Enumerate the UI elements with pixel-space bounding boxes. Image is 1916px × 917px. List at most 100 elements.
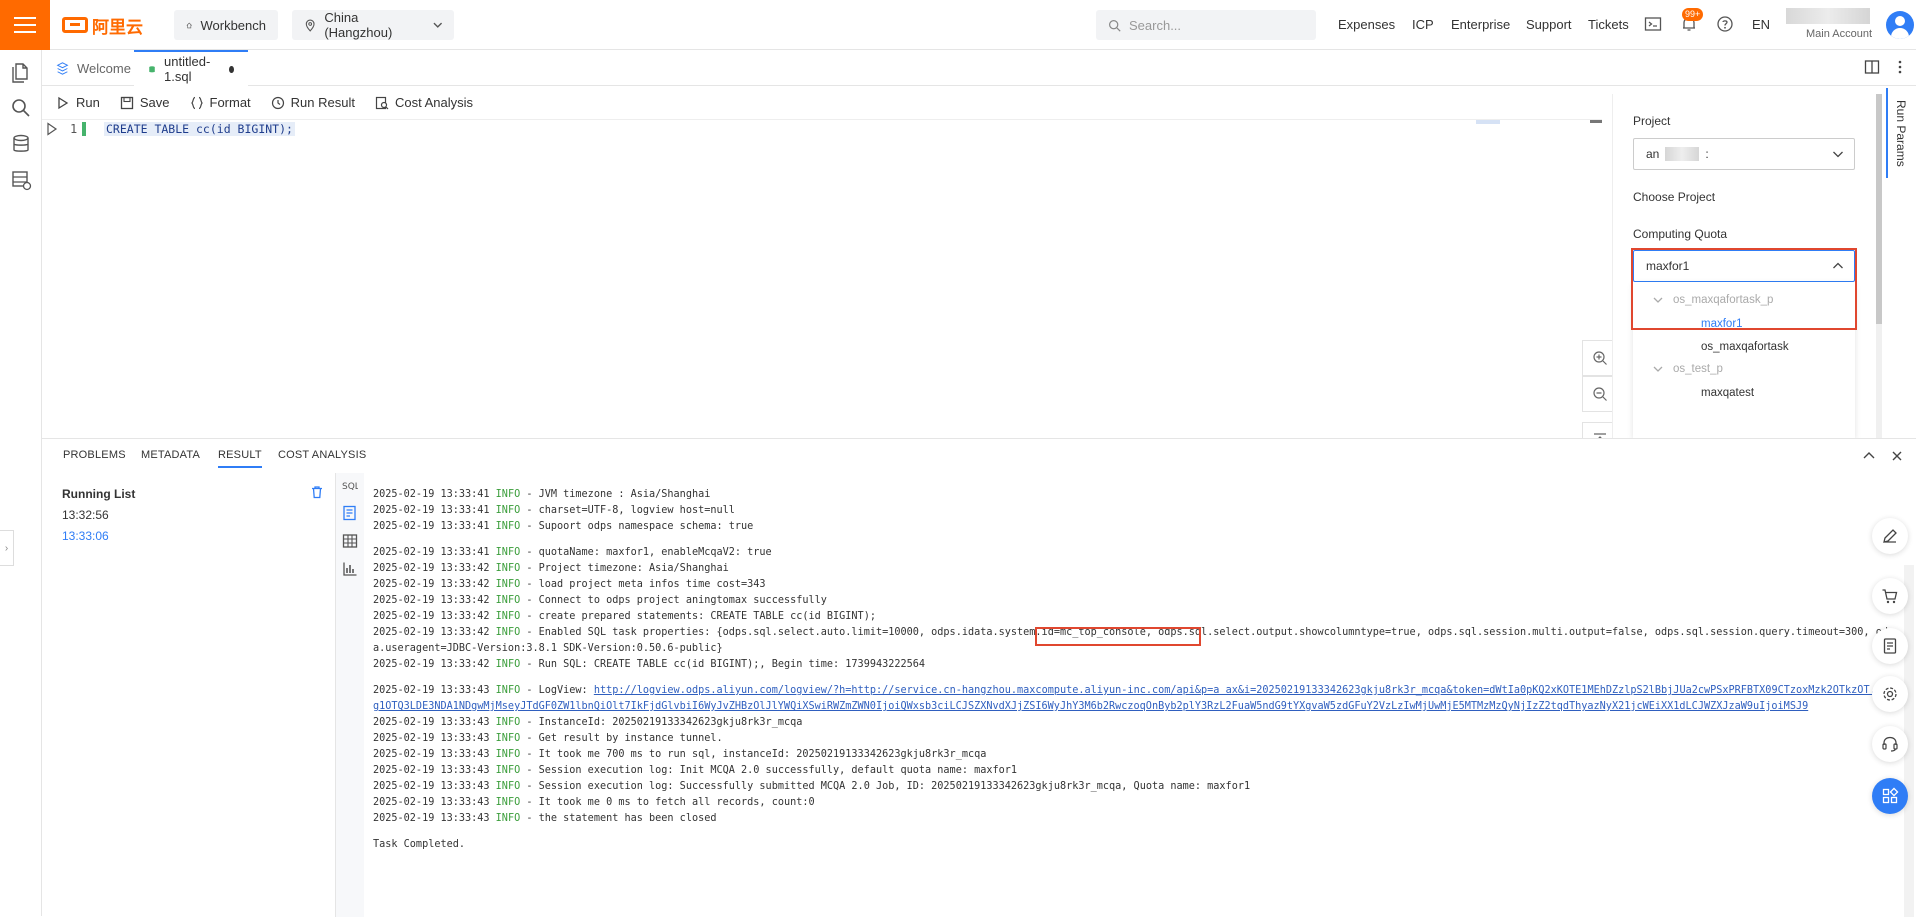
project-select[interactable]: an : — [1633, 138, 1855, 170]
run-line-icon[interactable] — [46, 122, 58, 136]
tab-problems[interactable]: PROBLEMS — [63, 449, 126, 461]
running-list-title: Running List — [62, 487, 136, 501]
svg-text:SQL: SQL — [342, 482, 358, 492]
log-timestamp: 2025-02-19 13:33:41 — [373, 521, 496, 532]
run-history-item[interactable]: 13:32:56 — [62, 508, 109, 522]
log-level: INFO — [495, 659, 521, 670]
chevron-down-icon — [1653, 366, 1663, 372]
nav-expenses[interactable]: Expenses — [1338, 17, 1395, 32]
result-view-switcher: SQL — [336, 473, 364, 917]
log-line: 2025-02-19 13:33:42 INFO - Project timez… — [373, 561, 1893, 577]
line-number: 1 — [70, 122, 78, 136]
search-icon[interactable] — [9, 96, 33, 120]
highlight-box — [1035, 627, 1201, 646]
log-message: - Project timezone: Asia/Shanghai — [520, 563, 729, 574]
terminal-icon[interactable] — [1644, 15, 1662, 33]
log-message: - create prepared statements: CREATE TAB… — [520, 611, 876, 622]
nav-tickets[interactable]: Tickets — [1588, 17, 1629, 32]
log-line: 2025-02-19 13:33:42 INFO - load project … — [373, 577, 1893, 593]
search-input[interactable]: Search... — [1096, 10, 1316, 40]
split-editor-icon[interactable] — [1864, 59, 1880, 75]
log-message: - quotaName: maxfor1, enableMcqaV2: true — [520, 547, 772, 558]
run-result-button[interactable]: Run Result — [271, 95, 355, 110]
menu-icon[interactable] — [0, 0, 50, 50]
expand-sidebar-button[interactable]: › — [0, 530, 14, 566]
log-timestamp: 2025-02-19 13:33:41 — [373, 505, 496, 516]
region-selector[interactable]: China (Hangzhou) — [292, 10, 454, 40]
close-icon[interactable] — [1890, 449, 1904, 463]
text-cursor — [82, 122, 86, 136]
sql-view-icon[interactable]: SQL — [342, 477, 358, 493]
trash-icon[interactable] — [310, 485, 324, 499]
explorer-icon[interactable] — [9, 60, 33, 84]
cost-analysis-button[interactable]: Cost Analysis — [375, 95, 473, 110]
running-list: Running List 13:32:56 13:33:06 — [42, 473, 336, 917]
params-scrollbar[interactable] — [1876, 94, 1882, 438]
run-history-item[interactable]: 13:33:06 — [62, 529, 109, 543]
tab-metadata[interactable]: METADATA — [141, 449, 200, 461]
log-text: a.useragent=JDBC-Version:3.8.1 SDK-Versi… — [373, 643, 723, 654]
apps-icon — [1882, 787, 1899, 804]
log-message: - Connect to odps project aningtomax suc… — [520, 595, 827, 606]
account-info[interactable]: Main Account — [1786, 6, 1882, 44]
tab-welcome[interactable]: Welcome — [42, 50, 145, 86]
log-line: 2025-02-19 13:33:43 INFO - InstanceId: 2… — [373, 715, 1893, 731]
log-view-icon[interactable] — [342, 505, 358, 521]
notification-badge: 99+ — [1682, 8, 1704, 21]
log-level: INFO — [495, 685, 521, 696]
sql-editor[interactable]: 1 CREATE TABLE cc(id BIGINT); — [42, 120, 1618, 530]
log-message: - LogView: — [520, 685, 594, 696]
support-float-button[interactable] — [1872, 726, 1908, 762]
zoom-in-icon — [1593, 351, 1607, 365]
logview-link-continued[interactable]: g1OTQ3LDE3NDA1NDgwMjMseyJTdGF0ZW1lbnQiOl… — [373, 701, 1808, 712]
table-view-icon[interactable] — [342, 533, 358, 549]
quota-option[interactable]: maxqatest — [1701, 387, 1754, 399]
edit-float-button[interactable] — [1872, 518, 1908, 554]
editor-tabs: Welcome untitled-1.sql — [42, 50, 1916, 86]
maximize-panel-icon[interactable] — [1862, 449, 1876, 463]
tab-untitled-sql[interactable]: untitled-1.sql — [134, 50, 248, 86]
language-switch[interactable]: EN — [1752, 17, 1770, 32]
run-params-tab[interactable]: Run Params — [1886, 88, 1914, 178]
log-timestamp: 2025-02-19 13:33:43 — [373, 717, 496, 728]
quota-group[interactable]: os_test_p — [1653, 363, 1723, 375]
save-button[interactable]: Save — [120, 95, 170, 110]
doc-float-button[interactable] — [1872, 628, 1908, 664]
workbench-button[interactable]: Workbench — [174, 10, 278, 40]
log-level: INFO — [495, 733, 521, 744]
run-button[interactable]: Run — [56, 95, 100, 110]
tab-cost-analysis[interactable]: COST ANALYSIS — [278, 449, 366, 461]
nav-icp[interactable]: ICP — [1412, 17, 1434, 32]
avatar[interactable] — [1886, 11, 1914, 39]
log-timestamp: 2025-02-19 13:33:43 — [373, 813, 496, 824]
log-line: 2025-02-19 13:33:42 INFO - Connect to od… — [373, 593, 1893, 609]
data-source-icon[interactable] — [9, 168, 33, 192]
tab-result[interactable]: RESULT — [218, 449, 262, 468]
settings-float-button[interactable] — [1872, 676, 1908, 712]
log-level: INFO — [495, 627, 521, 638]
more-icon[interactable] — [1892, 59, 1908, 75]
log-message: - Get result by instance tunnel. — [520, 733, 723, 744]
computing-quota-label: Computing Quota — [1633, 227, 1728, 241]
editor-scrollbar[interactable] — [1590, 120, 1602, 123]
log-line: 2025-02-19 13:33:41 INFO - quotaName: ma… — [373, 545, 1893, 561]
log-line: 2025-02-19 13:33:41 INFO - Supoort odps … — [373, 519, 1893, 535]
apps-float-button[interactable] — [1872, 778, 1908, 814]
help-icon[interactable] — [1716, 15, 1734, 33]
bottom-panel: PROBLEMS METADATA RESULT COST ANALYSIS R… — [42, 438, 1916, 917]
code-line[interactable]: CREATE TABLE cc(id BIGINT); — [104, 122, 295, 136]
log-level: INFO — [495, 579, 521, 590]
database-icon[interactable] — [9, 132, 33, 156]
aliyun-logo[interactable]: 阿里云 — [62, 13, 143, 38]
log-message: - Session execution log: Init MCQA 2.0 s… — [520, 765, 1018, 776]
log-timestamp: 2025-02-19 13:33:42 — [373, 595, 496, 606]
format-button[interactable]: Format — [190, 95, 251, 110]
chart-view-icon[interactable] — [342, 561, 358, 577]
nav-support[interactable]: Support — [1526, 17, 1572, 32]
logview-link[interactable]: http://logview.odps.aliyun.com/logview/?… — [594, 685, 1888, 696]
zoom-out-icon — [1593, 387, 1607, 401]
cart-float-button[interactable] — [1872, 578, 1908, 614]
panel-tabs: PROBLEMS METADATA RESULT COST ANALYSIS — [42, 439, 1916, 473]
nav-enterprise[interactable]: Enterprise — [1451, 17, 1510, 32]
quota-option[interactable]: os_maxqafortask — [1701, 341, 1789, 353]
